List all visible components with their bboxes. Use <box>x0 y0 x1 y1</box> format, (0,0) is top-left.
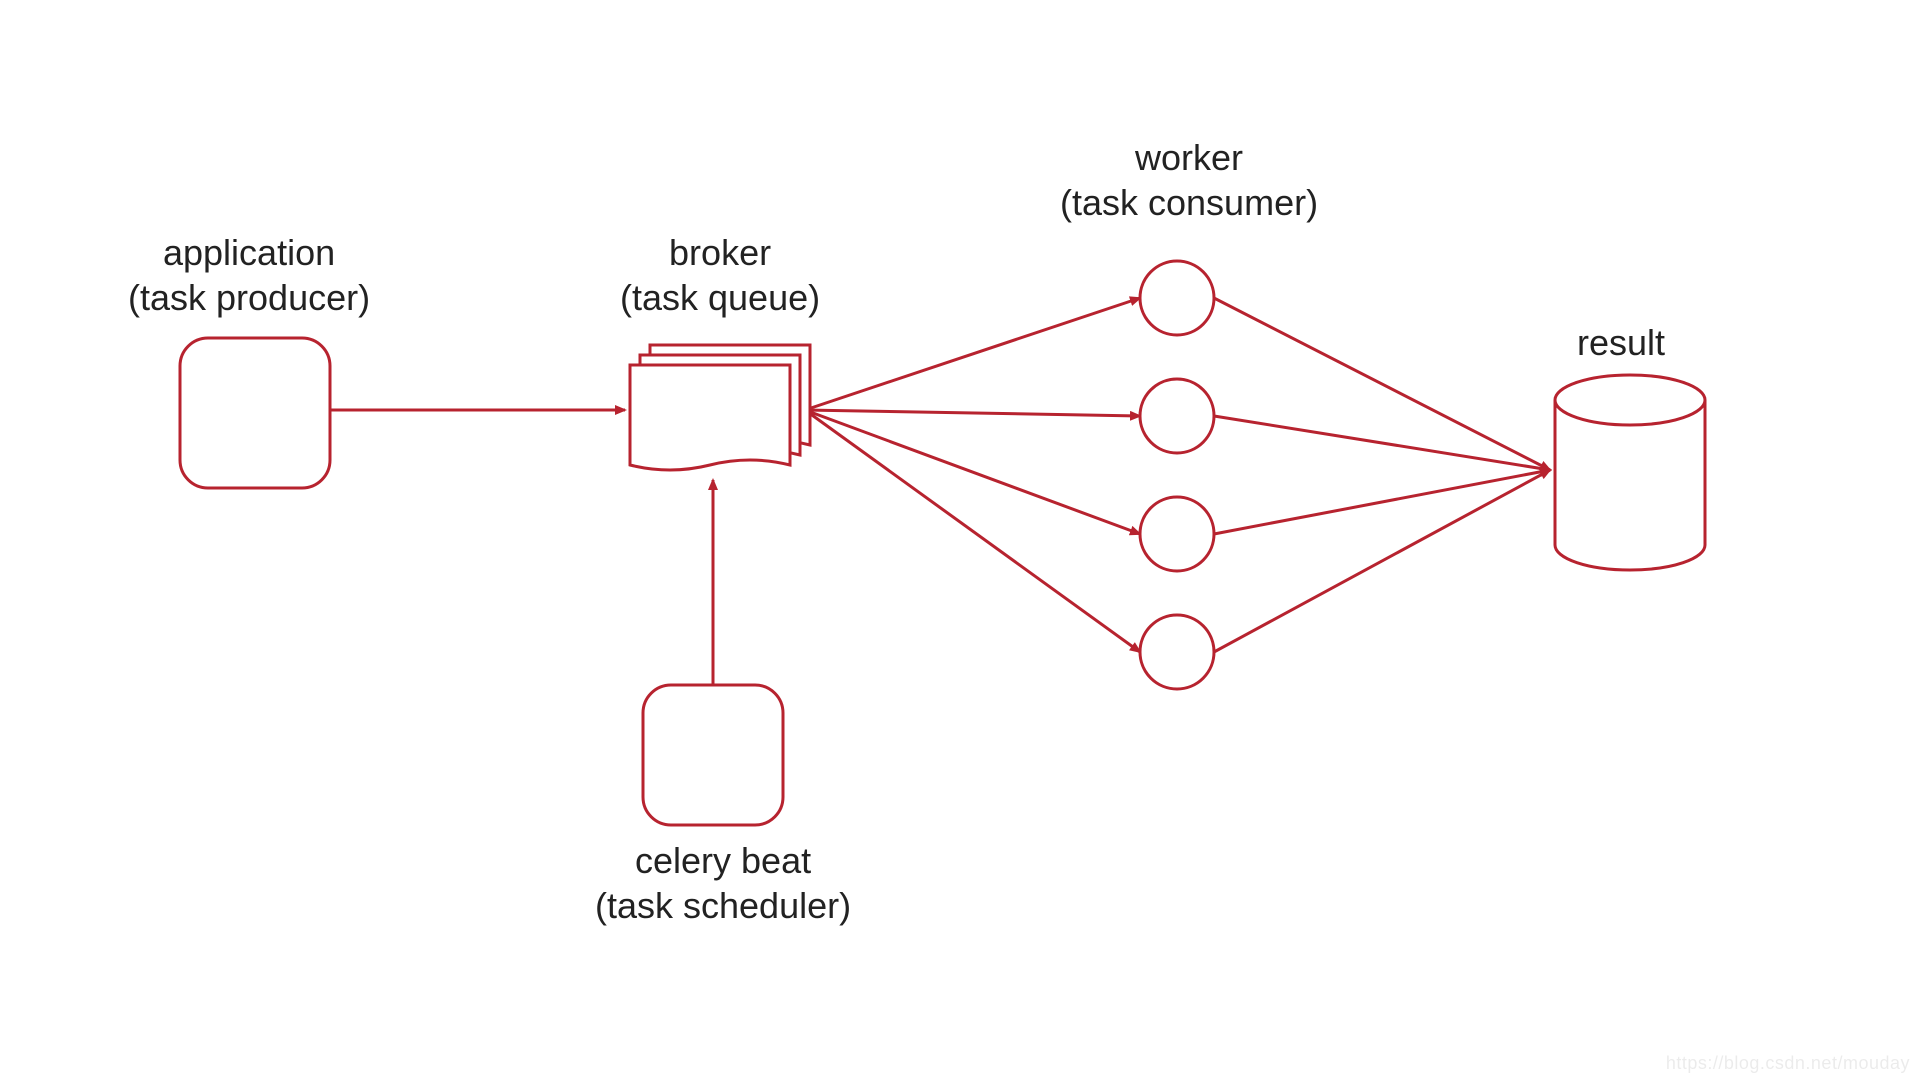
arrow-worker3-result <box>1214 470 1550 534</box>
arrow-broker-worker1 <box>805 298 1140 410</box>
worker-node-3 <box>1140 497 1214 571</box>
celerybeat-node <box>643 685 783 825</box>
arrow-broker-worker3 <box>805 410 1140 534</box>
arrow-broker-worker4 <box>805 410 1140 652</box>
arrow-broker-worker2 <box>805 410 1140 416</box>
application-node <box>180 338 330 488</box>
diagram-svg <box>0 0 1920 1080</box>
arrow-worker4-result <box>1214 470 1550 652</box>
result-node <box>1555 375 1705 570</box>
worker-node-1 <box>1140 261 1214 335</box>
worker-node-4 <box>1140 615 1214 689</box>
broker-node <box>630 345 810 470</box>
worker-node-2 <box>1140 379 1214 453</box>
